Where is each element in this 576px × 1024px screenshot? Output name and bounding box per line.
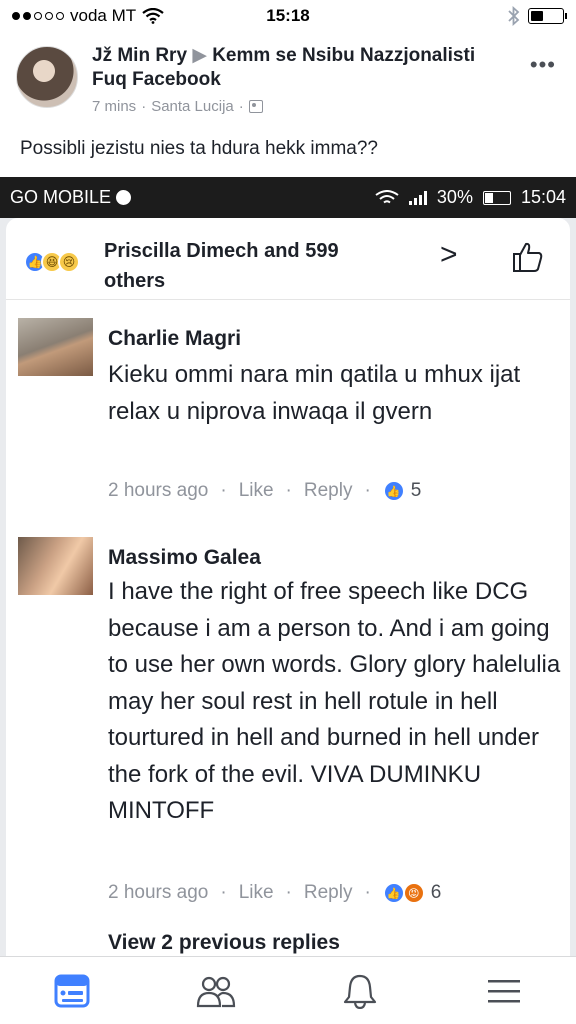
comment-time[interactable]: 2 hours ago <box>108 882 208 904</box>
like-button[interactable]: Like <box>239 480 274 502</box>
avatar[interactable] <box>16 46 78 108</box>
avatar[interactable] <box>18 537 93 595</box>
wifi-icon <box>375 189 399 203</box>
go-mobile-text: GO MOBILE <box>10 187 112 207</box>
tab-news-feed[interactable] <box>0 957 144 1024</box>
action-separator: · <box>220 882 227 903</box>
menu-icon <box>488 979 520 1002</box>
avatar[interactable] <box>18 318 93 376</box>
tab-friends[interactable] <box>144 957 288 1024</box>
signal-dots-icon <box>12 12 64 20</box>
author-name[interactable]: Jž Min Rry <box>92 45 187 66</box>
comment-actions: 2 hours ago · Like · Reply · 👍 😡 6 <box>108 882 441 904</box>
post-header: Jž Min Rry ▶ Kemm se Nsibu Nazzjonalisti… <box>16 42 560 115</box>
like-reaction-icon: 👍 <box>382 480 405 502</box>
meta-separator: · <box>141 98 147 115</box>
comment: Charlie Magri Kieku ommi nara min qatila… <box>6 315 570 515</box>
tab-notifications[interactable] <box>288 957 432 1024</box>
sad-reaction-icon: 😢 <box>58 251 80 273</box>
post-location[interactable]: Santa Lucija <box>151 98 234 115</box>
wifi-icon <box>142 8 164 24</box>
signal-bars-icon <box>408 190 427 205</box>
like-reaction-icon: 👍 <box>382 882 405 904</box>
comment-body: Kieku ommi nara min qatila u mhux ijat r… <box>108 361 521 425</box>
action-separator: · <box>285 882 292 903</box>
commenter-name[interactable]: Massimo Galea <box>108 546 261 570</box>
comments-sheet: 👍 😆 😢 Priscilla Dimech and 599 others > … <box>6 218 570 1024</box>
reaction-icons: 👍 😆 😢 <box>24 251 80 273</box>
comment-actions: 2 hours ago · Like · Reply · 👍 5 <box>108 480 421 502</box>
group-privacy-icon <box>248 100 263 113</box>
go-mobile-label: GO MOBILE <box>10 187 132 208</box>
reaction-count[interactable]: 👍 😡 6 <box>382 882 442 904</box>
post-time[interactable]: 7 mins <box>92 98 136 115</box>
action-separator: · <box>220 480 227 501</box>
battery-icon <box>482 190 511 205</box>
reaction-count-value: 6 <box>430 882 442 903</box>
inner-status-bar: GO MOBILE 30% 15:04 <box>0 177 576 218</box>
action-separator: · <box>364 882 371 903</box>
action-separator: · <box>364 480 371 501</box>
reaction-count[interactable]: 👍 5 <box>382 480 422 502</box>
reaction-count-value: 5 <box>410 480 422 501</box>
comment-body: I have the right of free speech like DCG… <box>108 578 561 824</box>
commenter-name[interactable]: Charlie Magri <box>108 327 241 351</box>
news-feed-icon <box>54 974 90 1007</box>
like-button[interactable]: Like <box>239 882 274 904</box>
reactions-summary[interactable]: Priscilla Dimech and 599 others <box>104 236 404 296</box>
inner-clock: 15:04 <box>520 187 566 207</box>
shared-screenshot[interactable]: GO MOBILE 30% 15:04 👍 😆 😢 Priscilla Dime… <box>0 177 576 1024</box>
messenger-icon <box>116 190 132 205</box>
bottom-tab-bar <box>0 956 576 1024</box>
battery-percent: 30% <box>436 187 473 207</box>
chevron-right-icon[interactable]: > <box>440 238 458 272</box>
more-options-icon[interactable]: ••• <box>530 52 556 78</box>
angry-reaction-icon: 😡 <box>402 882 425 904</box>
action-separator: · <box>285 480 292 501</box>
carrier-label: voda MT <box>70 6 137 25</box>
status-bar: voda MT 15:18 <box>0 0 576 32</box>
reply-button[interactable]: Reply <box>304 882 353 904</box>
post-text: Possibli jezistu nies ta hdura hekk imma… <box>20 138 379 159</box>
friends-icon <box>196 976 236 1007</box>
meta-separator: · <box>238 98 244 115</box>
post-meta: 7 mins · Santa Lucija · <box>92 98 263 115</box>
thumbs-up-outline-icon[interactable] <box>511 240 545 274</box>
comment-time[interactable]: 2 hours ago <box>108 480 208 502</box>
reactions-bar[interactable]: 👍 😆 😢 Priscilla Dimech and 599 others > <box>6 218 570 300</box>
notifications-bell-icon <box>343 974 377 1009</box>
comment: Massimo Galea I have the right of free s… <box>6 534 570 934</box>
post-author-line: Jž Min Rry ▶ Kemm se Nsibu Nazzjonalisti… <box>92 44 492 92</box>
bluetooth-icon <box>508 6 520 26</box>
reply-button[interactable]: Reply <box>304 480 353 502</box>
tab-menu[interactable] <box>432 957 576 1024</box>
battery-icon <box>528 8 567 24</box>
view-previous-replies-link[interactable]: View 2 previous replies <box>108 931 340 955</box>
arrow-right-icon: ▶ <box>192 45 213 66</box>
